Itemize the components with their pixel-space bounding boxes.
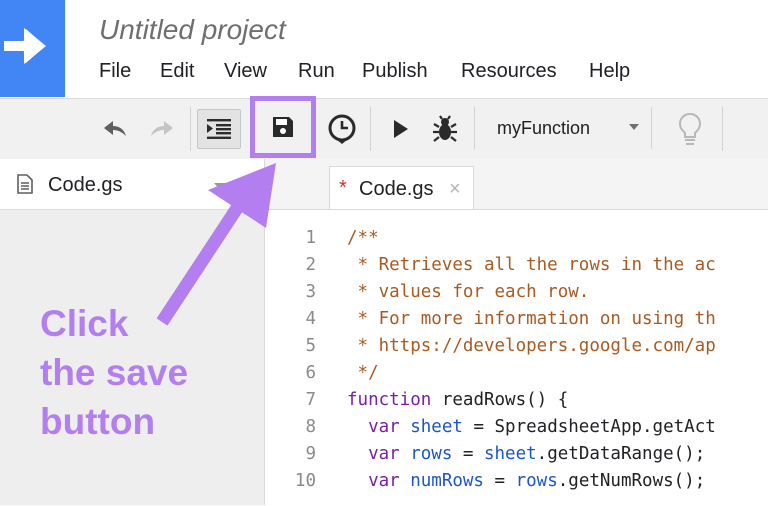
- tab-label: Code.gs: [359, 178, 434, 200]
- line-number: 8: [305, 417, 316, 437]
- code-text: var sheet = SpreadsheetApp.getAct: [347, 417, 716, 437]
- code-line: 9 var rows = sheet.getDataRange();: [265, 444, 768, 471]
- code-line: 10 var numRows = rows.getNumRows();: [265, 471, 768, 498]
- file-item-code-gs[interactable]: Code.gs: [0, 159, 264, 210]
- arrow-right-icon: [4, 28, 46, 64]
- code-text: var rows = sheet.getDataRange();: [347, 444, 705, 464]
- redo-button[interactable]: [143, 113, 179, 145]
- callout-line: button: [40, 401, 156, 442]
- save-icon: [273, 117, 293, 137]
- unsaved-marker: *: [339, 177, 347, 199]
- line-number: 6: [305, 363, 316, 383]
- run-button[interactable]: [385, 113, 417, 145]
- line-number: 1: [305, 228, 316, 248]
- chevron-down-icon: [629, 124, 639, 130]
- auto-indent-button[interactable]: [197, 109, 241, 149]
- code-token: * Retrieves all the rows in the ac: [347, 255, 716, 275]
- code-text: * values for each row.: [347, 282, 590, 302]
- code-token: var: [347, 417, 411, 437]
- code-token: =: [452, 444, 484, 464]
- code-token: * values for each row.: [347, 282, 590, 302]
- menu-help[interactable]: Help: [589, 60, 630, 83]
- code-text: * https://developers.google.com/ap: [347, 336, 716, 356]
- code-line: 6 */: [265, 363, 768, 390]
- toolbar: myFunction: [0, 96, 768, 160]
- code-line: 2 * Retrieves all the rows in the ac: [265, 255, 768, 282]
- undo-icon: [104, 121, 126, 136]
- code-text: var numRows = rows.getNumRows();: [347, 471, 705, 491]
- line-number: 2: [305, 255, 316, 275]
- lightbulb-icon: [678, 112, 702, 145]
- code-token: function: [347, 390, 432, 410]
- code-line: 1 /**: [265, 228, 768, 255]
- code-token: rows: [515, 471, 558, 491]
- callout-line: Click: [40, 303, 129, 344]
- chevron-down-icon[interactable]: [214, 183, 226, 190]
- triggers-icon: [328, 114, 356, 144]
- code-line: 5 * https://developers.google.com/ap: [265, 336, 768, 363]
- code-token: rows: [410, 444, 453, 464]
- menu-resources[interactable]: Resources: [461, 60, 557, 83]
- code-token: */: [347, 363, 379, 383]
- tab-code-gs[interactable]: * Code.gs ×: [329, 166, 474, 210]
- code-text: /**: [347, 228, 379, 248]
- redo-icon: [151, 121, 173, 136]
- code-token: numRows: [410, 471, 484, 491]
- code-token: readRows() {: [431, 390, 569, 410]
- menu-file[interactable]: File: [99, 60, 131, 83]
- save-button[interactable]: [250, 96, 316, 158]
- close-icon[interactable]: ×: [449, 178, 461, 201]
- code-token: =: [483, 471, 516, 491]
- code-text: function readRows() {: [347, 390, 568, 410]
- file-sidebar: Code.gs Click the save button: [0, 159, 265, 505]
- code-token: = SpreadsheetApp.getAct: [462, 417, 716, 437]
- code-area[interactable]: 1 /** 2 * Retrieves all the rows in the ac…: [265, 209, 768, 506]
- menu-view[interactable]: View: [224, 60, 267, 83]
- code-token: .getNumRows();: [557, 471, 706, 491]
- line-number: 9: [305, 444, 316, 464]
- menu-run[interactable]: Run: [298, 60, 335, 83]
- code-line: 8 var sheet = SpreadsheetApp.getAct: [265, 417, 768, 444]
- menu-publish[interactable]: Publish: [362, 60, 428, 83]
- line-number: 5: [305, 336, 316, 356]
- indent-icon: [207, 119, 231, 139]
- file-name: Code.gs: [48, 174, 123, 196]
- code-line: 3 * values for each row.: [265, 282, 768, 309]
- code-line: 4 * For more information on using th: [265, 309, 768, 336]
- line-number: 3: [305, 282, 316, 302]
- debug-button[interactable]: [427, 111, 463, 147]
- apps-script-logo[interactable]: [0, 0, 65, 97]
- debug-icon: [433, 115, 457, 142]
- code-token: sheet: [483, 444, 537, 464]
- code-line: 7 function readRows() {: [265, 390, 768, 417]
- code-text: * Retrieves all the rows in the ac: [347, 255, 716, 275]
- file-icon: [17, 174, 33, 194]
- code-editor: * Code.gs × 1 /** 2 * Retrieves all the ro…: [265, 159, 768, 506]
- line-number: 10: [294, 471, 316, 491]
- code-token: .getDataRange();: [536, 444, 706, 464]
- code-token: * For more information on using th: [347, 309, 716, 329]
- function-select[interactable]: myFunction: [474, 107, 652, 149]
- line-number: 4: [305, 309, 316, 329]
- menu-edit[interactable]: Edit: [160, 60, 194, 83]
- project-title[interactable]: Untitled project: [99, 14, 286, 46]
- code-token: * https://developers.google.com/ap: [347, 336, 716, 356]
- instruction-callout: Click the save button: [40, 299, 188, 446]
- run-icon: [394, 120, 408, 138]
- code-text: * For more information on using th: [347, 309, 716, 329]
- code-token: var: [347, 471, 411, 491]
- code-token: /**: [347, 228, 379, 248]
- line-number: 7: [305, 390, 316, 410]
- undo-button[interactable]: [98, 113, 134, 145]
- lightbulb-button[interactable]: [670, 109, 710, 149]
- code-token: sheet: [410, 417, 463, 437]
- code-token: var: [347, 444, 411, 464]
- triggers-button[interactable]: [323, 109, 361, 149]
- code-text: */: [347, 363, 379, 383]
- callout-line: the save: [40, 352, 189, 393]
- function-select-value: myFunction: [497, 118, 591, 138]
